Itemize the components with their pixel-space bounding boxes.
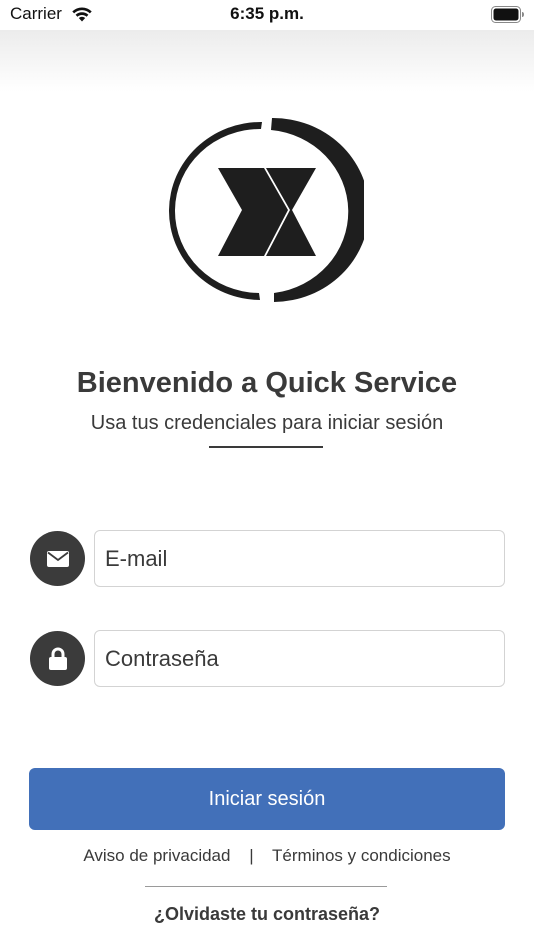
login-button[interactable]: Iniciar sesión: [29, 768, 505, 830]
quick-service-logo: [168, 117, 364, 302]
envelope-glyph: [46, 550, 69, 567]
clock: 6:35 p.m.: [230, 4, 304, 23]
battery-icon: [491, 6, 524, 23]
password-field[interactable]: [94, 630, 505, 687]
status-bar: Carrier 6:35 p.m.: [0, 0, 534, 30]
lock-icon: [30, 631, 85, 686]
lock-glyph: [48, 647, 67, 670]
legal-links: Aviso de privacidad | Términos y condici…: [0, 846, 534, 866]
link-separator: |: [249, 846, 254, 865]
terms-link[interactable]: Términos y condiciones: [272, 846, 451, 865]
forgot-password-link[interactable]: ¿Olvidaste tu contraseña?: [0, 904, 534, 925]
email-field[interactable]: [94, 530, 505, 587]
subtitle-divider: [209, 446, 323, 448]
header-background: [0, 30, 534, 92]
envelope-icon: [30, 531, 85, 586]
privacy-link[interactable]: Aviso de privacidad: [83, 846, 230, 865]
footer-divider: [145, 886, 387, 887]
welcome-subtitle: Usa tus credenciales para iniciar sesión: [90, 412, 444, 434]
login-screen: Carrier 6:35 p.m. Bienvenido a Quick Ser…: [0, 0, 534, 950]
welcome-title: Bienvenido a Quick Service: [76, 367, 458, 399]
